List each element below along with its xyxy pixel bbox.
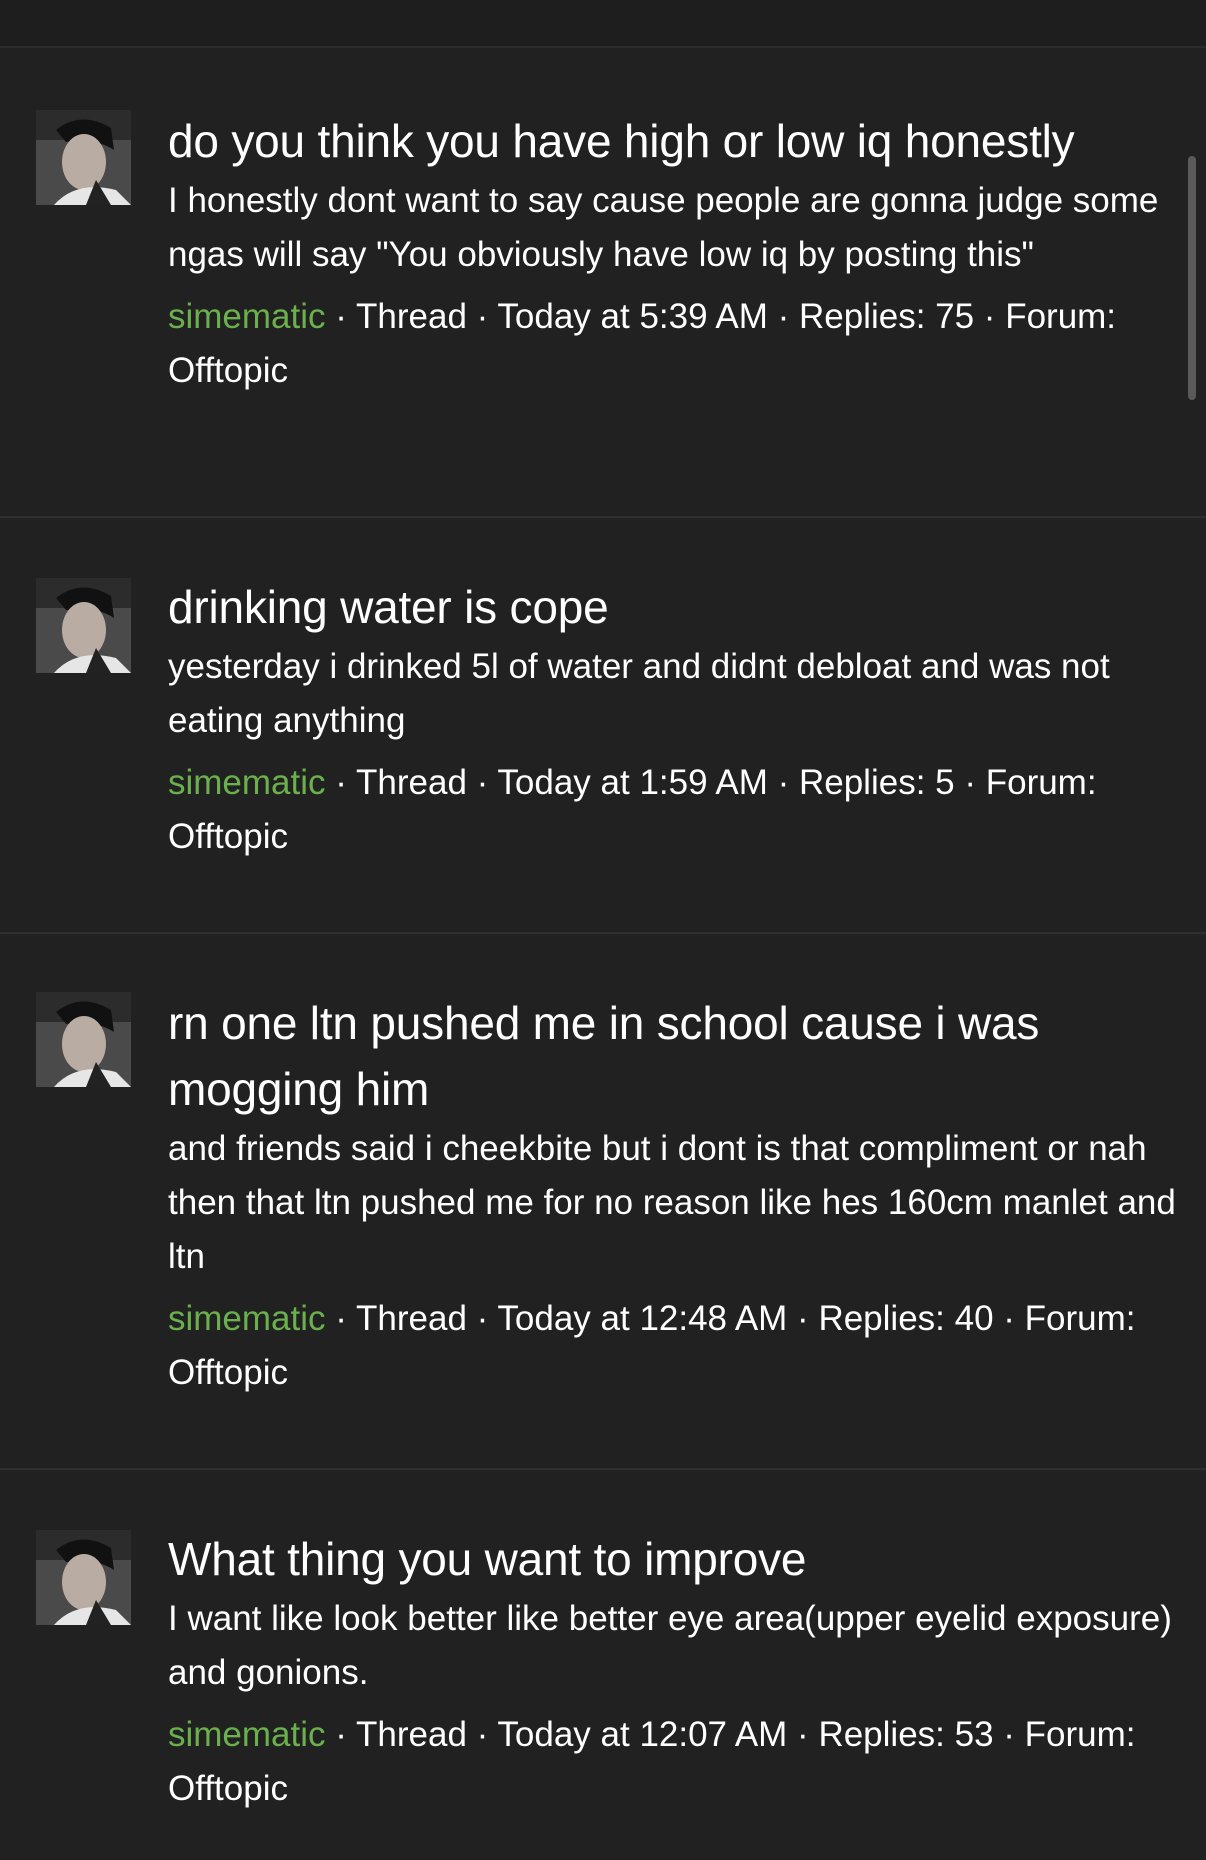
scrollbar[interactable] — [1188, 156, 1196, 400]
reply-count: Replies: 5 — [798, 763, 955, 802]
avatar[interactable] — [36, 992, 131, 1087]
thread-snippet: yesterday i drinked 5l of water and didn… — [168, 647, 1110, 740]
avatar[interactable] — [36, 1530, 131, 1625]
thread-snippet: I want like look better like better eye … — [168, 1599, 1172, 1692]
thread-snippet: I honestly dont want to say cause people… — [168, 181, 1159, 274]
top-bar — [0, 0, 1206, 48]
thread-title[interactable]: rn one ltn pushed me in school cause i w… — [168, 990, 1182, 1122]
thread-item[interactable]: What thing you want to improve I want li… — [0, 1470, 1206, 1860]
content-type: Thread — [356, 1299, 467, 1338]
thread-title[interactable]: do you think you have high or low iq hon… — [168, 108, 1182, 174]
thread-list: do you think you have high or low iq hon… — [0, 48, 1206, 1860]
author-link[interactable]: simematic — [168, 763, 326, 802]
thread-meta: simematic · Thread · Today at 1:59 AM · … — [168, 763, 1097, 856]
post-time: Today at 5:39 AM — [497, 297, 768, 336]
thread-snippet: and friends said i cheekbite but i dont … — [168, 1129, 1176, 1276]
author-link[interactable]: simematic — [168, 1715, 326, 1754]
author-link[interactable]: simematic — [168, 1299, 326, 1338]
thread-item[interactable]: drinking water is cope yesterday i drink… — [0, 518, 1206, 934]
reply-count: Replies: 53 — [818, 1715, 994, 1754]
content-type: Thread — [356, 1715, 467, 1754]
author-link[interactable]: simematic — [168, 297, 326, 336]
avatar[interactable] — [36, 578, 131, 673]
thread-item[interactable]: do you think you have high or low iq hon… — [0, 48, 1206, 518]
post-time: Today at 12:07 AM — [497, 1715, 788, 1754]
thread-meta: simematic · Thread · Today at 5:39 AM · … — [168, 297, 1117, 390]
post-time: Today at 12:48 AM — [497, 1299, 788, 1338]
avatar[interactable] — [36, 110, 131, 205]
post-time: Today at 1:59 AM — [497, 763, 768, 802]
thread-meta: simematic · Thread · Today at 12:48 AM ·… — [168, 1299, 1136, 1392]
content-type: Thread — [356, 763, 467, 802]
thread-meta: simematic · Thread · Today at 12:07 AM ·… — [168, 1715, 1136, 1808]
reply-count: Replies: 75 — [798, 297, 975, 336]
thread-title[interactable]: drinking water is cope — [168, 574, 1182, 640]
thread-item[interactable]: rn one ltn pushed me in school cause i w… — [0, 934, 1206, 1470]
reply-count: Replies: 40 — [818, 1299, 994, 1338]
content-type: Thread — [356, 297, 467, 336]
thread-title[interactable]: What thing you want to improve — [168, 1526, 1182, 1592]
